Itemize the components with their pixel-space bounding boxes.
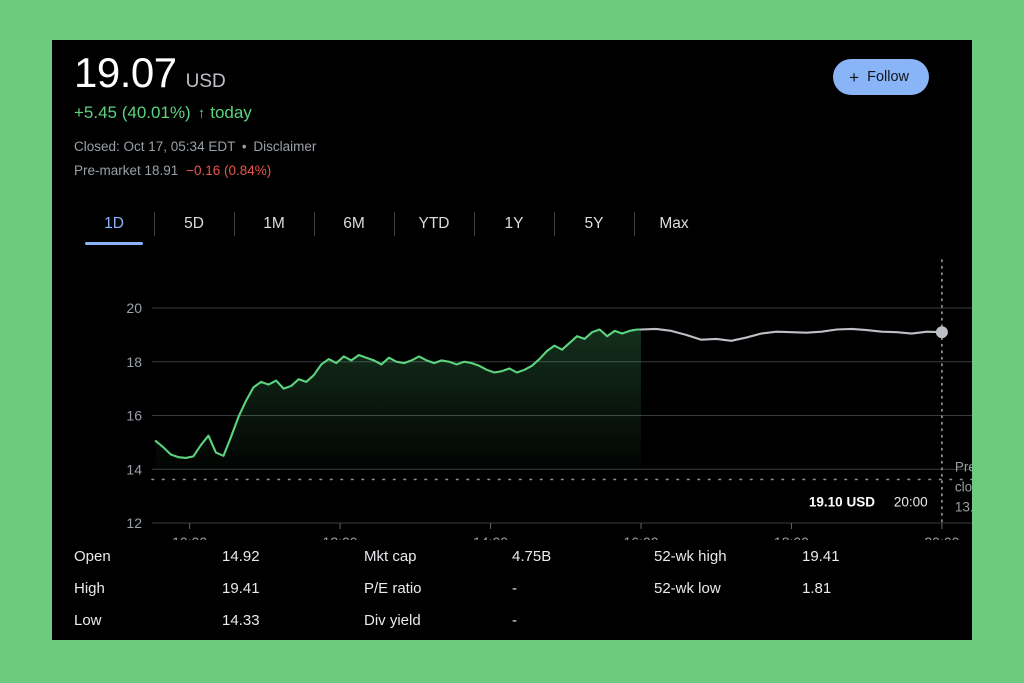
stat-value: 4.75B — [512, 547, 552, 565]
tab-label: Max — [659, 215, 689, 232]
quote-price-row: 19.07 USD — [74, 50, 226, 96]
key-stats: Open 14.92 High 19.41 Low 14.33 Mkt cap 4.75B P… — [74, 545, 944, 631]
stat-value: 19.41 — [802, 547, 840, 565]
y-axis-tick-label: 18 — [126, 354, 142, 370]
stat-label: High — [74, 579, 105, 597]
x-axis-tick-label: 16:00 — [623, 534, 658, 540]
stats-column-1: Open 14.92 High 19.41 Low 14.33 — [74, 545, 364, 631]
y-axis-tick-label: 12 — [126, 515, 142, 531]
price-chart-svg: 20 18 16 14 12 10:00 12:00 14:00 16:00 18:00 20:00… — [126, 259, 972, 540]
tooltip-time: 20:00 — [894, 494, 928, 509]
stat-value: 14.92 — [222, 547, 260, 565]
disclaimer-link[interactable]: Disclaimer — [253, 139, 316, 154]
tab-label: 5D — [184, 215, 204, 232]
market-status: Closed: Oct 17, 05:34 EDT • Disclaimer — [74, 139, 316, 154]
stat-row: Open 14.92 — [74, 545, 364, 567]
stat-value: - — [512, 579, 517, 597]
stat-label: Div yield — [364, 611, 421, 629]
stat-row: High 19.41 — [74, 577, 364, 599]
stat-row: P/E ratio - — [364, 577, 654, 599]
tab-label: 1D — [104, 215, 124, 232]
tab-6m[interactable]: 6M — [314, 203, 394, 245]
plus-icon: + — [849, 67, 860, 87]
previous-close-label-line1: Previous — [955, 459, 972, 474]
stat-row: Low 14.33 — [74, 609, 364, 631]
stat-label: 52-wk low — [654, 579, 721, 597]
stat-row: 52-wk high 19.41 — [654, 545, 944, 567]
tab-1y[interactable]: 1Y — [474, 203, 554, 245]
stat-label: P/E ratio — [364, 579, 422, 597]
screenshot-stage: 19.07 USD +5.45 (40.01%) ↑ today Closed:… — [0, 0, 1024, 683]
tab-1m[interactable]: 1M — [234, 203, 314, 245]
tab-5y[interactable]: 5Y — [554, 203, 634, 245]
price-chart[interactable]: 20 18 16 14 12 10:00 12:00 14:00 16:00 18:00 20:00… — [52, 255, 972, 540]
x-axis-tick-label: 14:00 — [473, 534, 508, 540]
stat-label: Mkt cap — [364, 547, 417, 565]
y-axis-tick-label: 14 — [126, 461, 142, 477]
stat-label: Low — [74, 611, 102, 629]
stock-quote-panel: 19.07 USD +5.45 (40.01%) ↑ today Closed:… — [52, 40, 972, 640]
premarket-label: Pre-market 18.91 — [74, 163, 179, 178]
stat-row: 52-wk low 1.81 — [654, 577, 944, 599]
tab-label: 1M — [263, 215, 285, 232]
stat-value: 1.81 — [802, 579, 832, 597]
stats-column-2: Mkt cap 4.75B P/E ratio - Div yield - — [364, 545, 654, 631]
tab-label: 1Y — [504, 215, 524, 232]
premarket-change: −0.16 (0.84%) — [186, 163, 272, 178]
stat-value: - — [512, 611, 517, 629]
range-tabs: 1D 5D 1M 6M YTD 1Y 5Y Max — [74, 203, 714, 245]
arrow-up-icon: ↑ — [197, 104, 206, 122]
tab-label: 6M — [343, 215, 365, 232]
x-axis-tick-label: 20:00 — [924, 534, 959, 540]
tab-label: 5Y — [584, 215, 604, 232]
x-axis-tick-label: 10:00 — [172, 534, 207, 540]
stats-column-3: 52-wk high 19.41 52-wk low 1.81 — [654, 545, 944, 631]
tab-max[interactable]: Max — [634, 203, 714, 245]
price-change: +5.45 (40.01%) ↑ today — [74, 103, 252, 123]
tab-active-underline — [85, 242, 143, 245]
last-price-marker — [935, 326, 948, 339]
stat-row: Mkt cap 4.75B — [364, 545, 654, 567]
x-axis-tick-label: 18:00 — [774, 534, 809, 540]
chart-line-after-hours — [639, 327, 943, 342]
bullet-separator-icon: • — [241, 139, 247, 154]
follow-button-label: Follow — [867, 69, 909, 85]
market-status-text: Closed: Oct 17, 05:34 EDT — [74, 139, 236, 154]
y-axis-tick-label: 16 — [126, 408, 142, 424]
tab-5d[interactable]: 5D — [154, 203, 234, 245]
x-axis-tick-label: 12:00 — [323, 534, 358, 540]
price-change-period: today — [210, 103, 252, 122]
price-change-value: +5.45 (40.01%) — [74, 103, 191, 122]
follow-button[interactable]: + Follow — [833, 59, 929, 95]
stat-value: 19.41 — [222, 579, 260, 597]
stat-value: 14.33 — [222, 611, 260, 629]
previous-close-label-line2: close — [955, 479, 972, 494]
tab-ytd[interactable]: YTD — [394, 203, 474, 245]
stat-row: Div yield - — [364, 609, 654, 631]
stat-label: Open — [74, 547, 111, 565]
tab-label: YTD — [418, 215, 450, 232]
previous-close-value: 13.62 — [955, 499, 972, 514]
page-title: 19.07 — [74, 49, 177, 96]
currency-label: USD — [185, 71, 226, 92]
y-axis-tick-label: 20 — [126, 300, 142, 316]
tab-1d[interactable]: 1D — [74, 203, 154, 245]
tooltip-price: 19.10 USD — [809, 494, 875, 509]
premarket-row: Pre-market 18.91 −0.16 (0.84%) — [74, 163, 271, 178]
stat-label: 52-wk high — [654, 547, 727, 565]
chart-area-fill — [155, 329, 641, 470]
